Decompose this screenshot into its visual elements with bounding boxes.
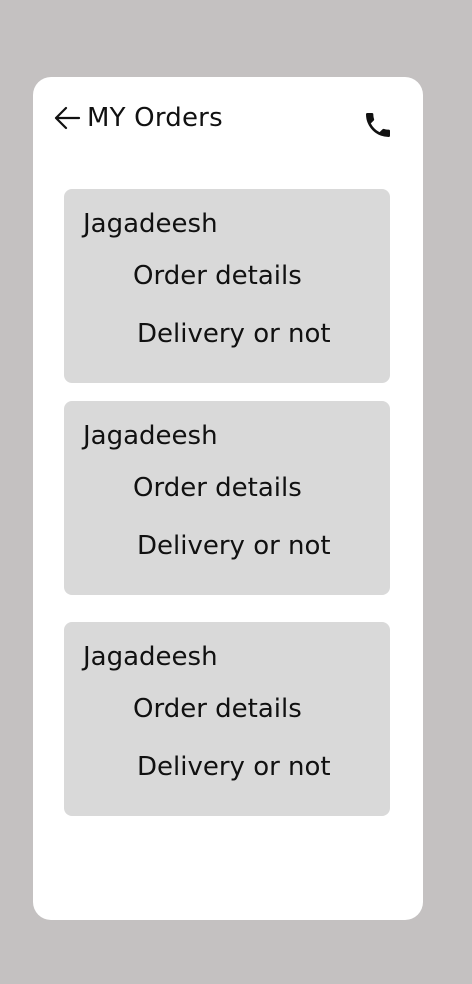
arrow-left-icon bbox=[54, 106, 81, 130]
page-title: MY Orders bbox=[87, 103, 223, 133]
delivery-status: Delivery or not bbox=[137, 752, 331, 782]
order-card[interactable]: Jagadeesh Order details Delivery or not bbox=[64, 189, 390, 383]
phone-icon[interactable] bbox=[362, 109, 394, 141]
customer-name: Jagadeesh bbox=[83, 642, 218, 672]
order-card[interactable]: Jagadeesh Order details Delivery or not bbox=[64, 401, 390, 595]
order-details: Order details bbox=[133, 261, 302, 291]
orders-screen: MY Orders Jagadeesh Order details Delive… bbox=[33, 77, 423, 920]
order-details: Order details bbox=[133, 694, 302, 724]
order-details: Order details bbox=[133, 473, 302, 503]
customer-name: Jagadeesh bbox=[83, 421, 218, 451]
back-button[interactable]: MY Orders bbox=[53, 103, 223, 133]
customer-name: Jagadeesh bbox=[83, 209, 218, 239]
order-card[interactable]: Jagadeesh Order details Delivery or not bbox=[64, 622, 390, 816]
delivery-status: Delivery or not bbox=[137, 319, 331, 349]
delivery-status: Delivery or not bbox=[137, 531, 331, 561]
